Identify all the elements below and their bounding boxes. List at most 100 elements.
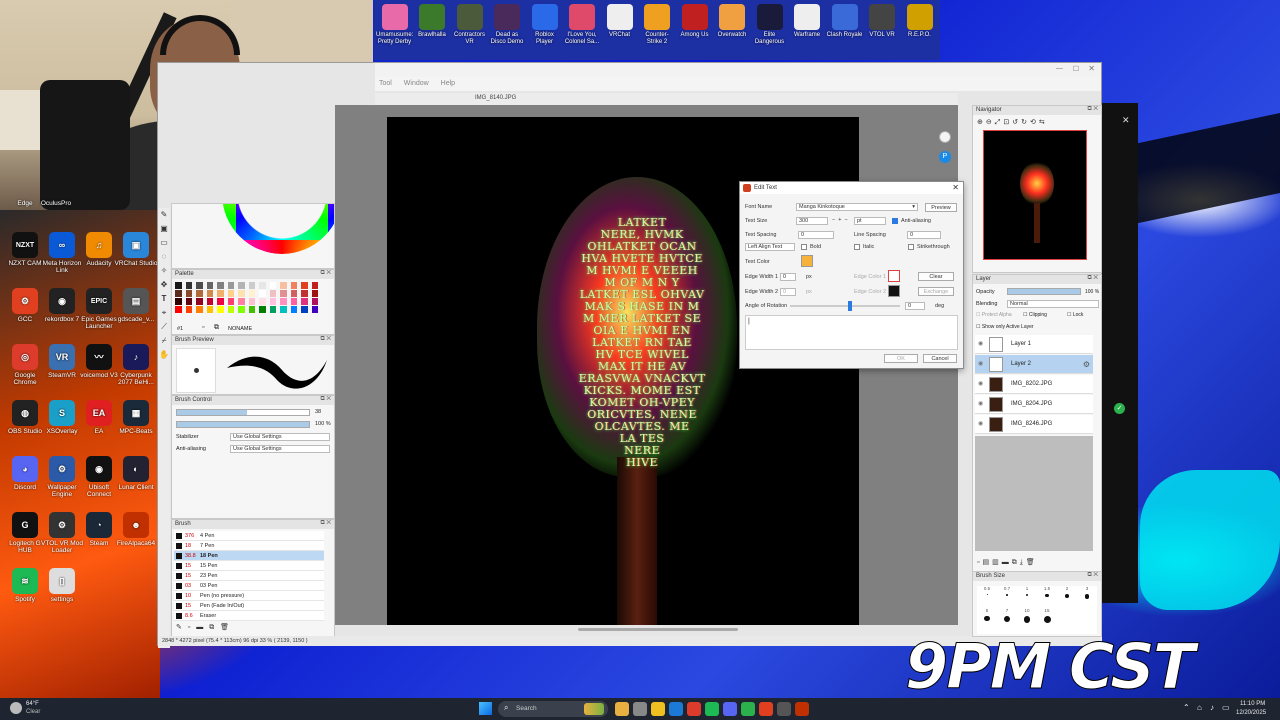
eyedropper-icon[interactable]: ⌿	[158, 334, 170, 348]
desktop-icon[interactable]: OculusPro	[34, 200, 78, 207]
lasso-icon[interactable]: ◌	[158, 250, 170, 264]
game-shortcut[interactable]: VTOL VR	[864, 4, 901, 39]
brush-row[interactable]: 15 15 Pen	[174, 561, 324, 571]
palette-swatch[interactable]	[248, 282, 255, 289]
new-1bit-layer-icon[interactable]: ▥	[992, 559, 1002, 566]
taskbar-app-icon[interactable]	[795, 702, 809, 716]
brush-size-cell[interactable]: 1	[1017, 586, 1037, 606]
palette-swatch[interactable]	[311, 290, 318, 297]
font-name-dropdown[interactable]: Manga Kinkotoque ▾	[796, 203, 918, 211]
rotate-left-icon[interactable]: ↺	[1012, 119, 1021, 126]
game-shortcut[interactable]: Contractors VR	[451, 4, 488, 45]
brush-size-cell[interactable]: 7	[997, 608, 1017, 628]
palette-swatch[interactable]	[175, 298, 182, 305]
maximize-icon[interactable]: ☐	[1073, 65, 1079, 73]
taskbar-app-icon[interactable]	[615, 702, 629, 716]
palette-swatch[interactable]	[206, 282, 213, 289]
layer-row[interactable]: ◉ Layer 2 ⚙	[975, 355, 1093, 374]
magic-wand-icon[interactable]: ✧	[158, 264, 170, 278]
rotation-slider[interactable]	[790, 301, 900, 311]
edge-color2-swatch[interactable]	[888, 285, 900, 297]
blending-dropdown[interactable]: Normal	[1007, 300, 1099, 308]
layer-row[interactable]: ◉ Layer 1	[975, 335, 1093, 354]
palette-swatch[interactable]	[248, 290, 255, 297]
menu-tool[interactable]: Tool	[375, 77, 398, 87]
cancel-button[interactable]: Cancel	[923, 354, 957, 363]
palette-swatch[interactable]	[259, 290, 266, 297]
rect-select-icon[interactable]: ▭	[158, 236, 170, 250]
palette-swatch[interactable]	[217, 298, 224, 305]
palette-swatch[interactable]	[301, 306, 308, 313]
pen-tool-icon[interactable]: ✎	[158, 208, 170, 222]
desktop-icon[interactable]: ☻ FireAlpaca64	[114, 512, 158, 547]
palette-swatch[interactable]	[196, 306, 203, 313]
palette-swatch[interactable]	[311, 306, 318, 313]
panel-close-icon[interactable]: ⧉ ✕	[320, 396, 331, 403]
move-icon[interactable]: ✥	[158, 278, 170, 292]
palette-index[interactable]: #1	[177, 326, 183, 332]
panel-close-icon[interactable]: ⧉ ✕	[320, 520, 331, 527]
navigator-thumbnail[interactable]	[983, 130, 1087, 260]
palette-swatch[interactable]	[217, 290, 224, 297]
palette-swatch[interactable]	[227, 282, 234, 289]
palette-swatch[interactable]	[280, 306, 287, 313]
rotate-right-icon[interactable]: ↻	[1021, 119, 1030, 126]
taskbar-app-icon[interactable]	[669, 702, 683, 716]
actual-size-icon[interactable]: ⊡	[1003, 119, 1012, 126]
layer-row[interactable]: ◉ IMG_8246.JPG	[975, 415, 1093, 434]
taskbar-search[interactable]: ⌕ Search	[498, 701, 608, 717]
brush-size-cell[interactable]: 1.5	[1037, 586, 1057, 606]
clear-button[interactable]: Clear	[918, 272, 954, 281]
strikethrough-checkbox[interactable]	[908, 244, 914, 250]
taskbar-app-icon[interactable]	[687, 702, 701, 716]
palette-swatch[interactable]	[196, 290, 203, 297]
palette-swatch[interactable]	[217, 282, 224, 289]
palette-swatch[interactable]	[269, 290, 276, 297]
palette-swatch[interactable]	[227, 306, 234, 313]
panel-close-icon[interactable]: ⧉ ✕	[1087, 572, 1098, 579]
game-shortcut[interactable]: Clash Royale	[826, 4, 863, 39]
brush-size-cell[interactable]: 10	[1017, 608, 1037, 628]
desktop-icon[interactable]: ▤ gdscade_v...	[114, 288, 158, 323]
palette-swatch[interactable]	[175, 306, 182, 313]
game-shortcut[interactable]: Counter-Strike 2	[639, 4, 676, 45]
brush-size-cell[interactable]: 15	[1037, 608, 1057, 628]
brush-icon[interactable]: ⟋	[158, 320, 170, 334]
palette-swatch[interactable]	[238, 290, 245, 297]
brush-row[interactable]: 18 7 Pen	[174, 541, 324, 551]
panel-close-icon[interactable]: ⧉ ✕	[320, 336, 331, 343]
antialiasing-dropdown[interactable]: Use Global Settings	[230, 445, 330, 453]
palette-swatch[interactable]	[290, 290, 297, 297]
palette-swatch[interactable]	[206, 290, 213, 297]
brush-opacity-slider[interactable]	[176, 421, 310, 428]
game-shortcut[interactable]: VRChat	[601, 4, 638, 39]
zoom-out-icon[interactable]: ⊖	[986, 119, 995, 126]
game-shortcut[interactable]: Roblox Player	[526, 4, 563, 45]
game-shortcut[interactable]: Warframe	[789, 4, 826, 39]
palette-swatch[interactable]	[269, 298, 276, 305]
start-icon[interactable]	[479, 702, 492, 715]
protect-alpha-checkbox[interactable]: ☐ Protect Alpha	[976, 312, 1012, 318]
palette-swatch[interactable]	[185, 298, 192, 305]
minimize-icon[interactable]: —	[1056, 65, 1063, 72]
canvas-cloud-icon[interactable]: P	[939, 151, 951, 163]
italic-checkbox[interactable]	[854, 244, 860, 250]
panel-close-icon[interactable]: ⧉ ✕	[1087, 275, 1098, 282]
brush-folder-icon[interactable]: ▬	[196, 624, 203, 631]
brush-copy-icon[interactable]: ⧉	[209, 624, 214, 631]
palette-swatch[interactable]	[185, 282, 192, 289]
desktop-icon[interactable]: ◐ Lunar Client	[114, 456, 158, 491]
palette-swatch[interactable]	[280, 298, 287, 305]
bold-checkbox[interactable]	[801, 244, 807, 250]
fill-tool-icon[interactable]: ▣	[158, 222, 170, 236]
line-spacing-field[interactable]: 0	[907, 231, 941, 239]
palette-swatch[interactable]	[259, 306, 266, 313]
edge-color1-swatch[interactable]	[888, 270, 900, 282]
show-active-checkbox[interactable]: ☐ Show only Active Layer	[976, 324, 1034, 330]
brush-delete-icon[interactable]: 🗑	[220, 624, 229, 631]
game-shortcut[interactable]: Brawlhalla	[414, 4, 451, 39]
palette-swatch[interactable]	[206, 298, 213, 305]
taskbar-app-icon[interactable]	[723, 702, 737, 716]
clipping-checkbox[interactable]: ☐ Clipping	[1023, 312, 1047, 318]
layer-folder-icon[interactable]: ▬	[1002, 559, 1012, 566]
